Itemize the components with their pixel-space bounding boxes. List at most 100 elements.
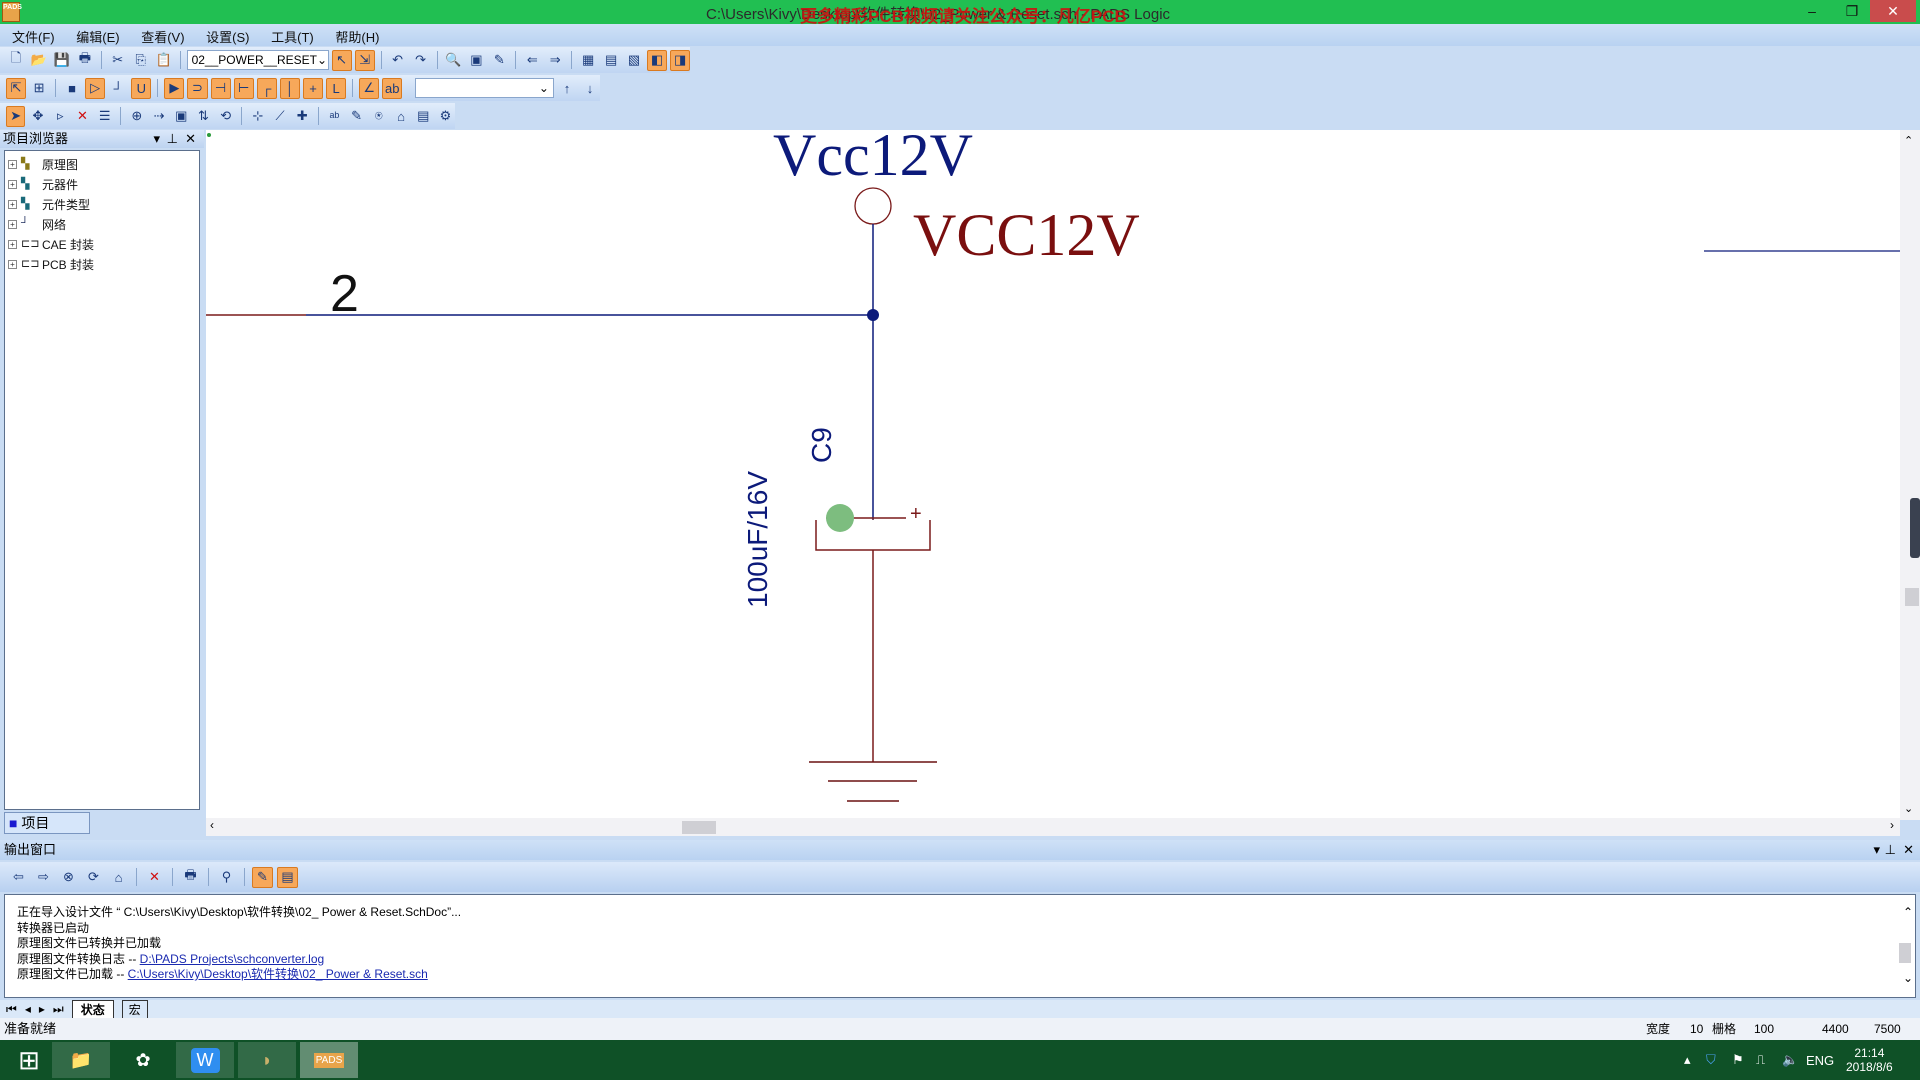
prev-icon[interactable]: ◂ xyxy=(25,1002,31,1016)
back-icon[interactable]: ⇦ xyxy=(8,867,29,888)
sheet-select[interactable]: 02__POWER__RESET ⌄ xyxy=(186,50,329,70)
zoom-icon[interactable]: 🔍 xyxy=(443,50,463,71)
last-icon[interactable]: ⏭ xyxy=(53,1002,64,1017)
restore-button[interactable]: ❐ xyxy=(1832,0,1872,22)
copy-icon[interactable]: ⎘ xyxy=(131,50,151,71)
hierarchy-icon[interactable]: ▣ xyxy=(172,106,191,127)
decal-icon[interactable]: ⚙ xyxy=(436,106,455,127)
next-icon[interactable]: ▸ xyxy=(39,1002,45,1016)
schematic-canvas[interactable]: Vcc12V VCC12V 2 C9 100uF/16V + xyxy=(206,122,1900,820)
file-explorer-icon[interactable]: 📁 xyxy=(52,1042,110,1078)
action-center-icon[interactable]: ⚑ xyxy=(1732,1040,1744,1080)
delete-icon[interactable]: ✕ xyxy=(73,106,92,127)
menu-help[interactable]: 帮助(H) xyxy=(329,24,385,49)
tree-item-cae-decals[interactable]: + ⊏⊐ CAE 封装 xyxy=(8,234,94,254)
minimize-button[interactable]: – xyxy=(1792,0,1832,22)
stop-icon[interactable]: ⊗ xyxy=(58,867,79,888)
bus-icon[interactable]: ⊣ xyxy=(210,77,231,99)
gate-icon[interactable]: ▶ xyxy=(164,77,185,99)
select-multi-icon[interactable]: ⊞ xyxy=(29,78,49,99)
cut-icon[interactable]: ✂ xyxy=(108,50,128,71)
arrow-down-icon[interactable]: ↓ xyxy=(580,78,600,99)
library-icon[interactable]: ⌂ xyxy=(391,106,410,127)
net-select[interactable]: ⌄ xyxy=(415,78,554,98)
toggle-b-icon[interactable]: ◨ xyxy=(670,49,691,71)
power-symbol[interactable] xyxy=(854,187,892,225)
expand-icon[interactable]: + xyxy=(8,199,17,209)
forward-icon[interactable]: ⇨ xyxy=(33,867,54,888)
scroll-up-icon[interactable]: ⌃ xyxy=(1903,905,1913,921)
language-indicator[interactable]: ENG xyxy=(1806,1040,1834,1080)
log-link[interactable]: D:\PADS Projects\schconverter.log xyxy=(140,952,325,966)
pointer-icon[interactable]: ➤ xyxy=(6,105,26,127)
menu-edit[interactable]: 编辑(E) xyxy=(70,24,125,49)
home-icon[interactable]: ⌂ xyxy=(108,867,129,888)
tab-project[interactable]: ■ 项目 xyxy=(4,812,90,834)
scroll-down-icon[interactable]: ⌄ xyxy=(1903,971,1913,987)
move-icon[interactable]: ✥ xyxy=(28,106,47,127)
security-icon[interactable]: ⛉ xyxy=(1706,1040,1716,1080)
add-node-icon[interactable]: ✚ xyxy=(293,106,312,127)
scroll-up-icon[interactable]: ⌃ xyxy=(1904,134,1913,147)
pads-logic-icon[interactable]: PADS xyxy=(300,1042,358,1078)
save-icon[interactable]: 💾 xyxy=(52,50,72,71)
export-icon[interactable]: ⇒ xyxy=(545,50,565,71)
dropdown-icon[interactable]: ▾ xyxy=(1873,840,1880,860)
select-filter-icon[interactable]: ↖ xyxy=(331,49,352,71)
clock[interactable]: 21:14 2018/8/6 xyxy=(1846,1040,1893,1080)
add-pin-icon[interactable]: ⊹ xyxy=(248,106,267,127)
expand-icon[interactable]: + xyxy=(8,239,17,249)
menu-setup[interactable]: 设置(S) xyxy=(200,24,255,49)
swap-pin-icon[interactable]: ⟲ xyxy=(216,106,235,127)
close-icon[interactable]: ✕ xyxy=(1903,840,1914,860)
tree-item-schematic[interactable]: + ▚ 原理图 xyxy=(8,154,94,174)
wps-icon[interactable]: W xyxy=(176,1042,234,1078)
scroll-down-icon[interactable]: ⌄ xyxy=(1904,802,1913,815)
bus-entry-icon[interactable]: ⊢ xyxy=(233,77,254,99)
widget-handle[interactable] xyxy=(1910,498,1920,558)
part-icon[interactable]: ■ xyxy=(62,78,82,99)
find-icon[interactable]: ⚲ xyxy=(216,867,237,888)
scroll-thumb[interactable] xyxy=(1899,943,1911,963)
arrow-up-icon[interactable]: ↑ xyxy=(557,78,577,99)
print-icon[interactable]: 🖶 xyxy=(180,867,201,888)
junction-icon[interactable]: + xyxy=(302,77,324,99)
list-icon[interactable]: ▤ xyxy=(277,866,298,888)
select-mode-icon[interactable]: ⇲ xyxy=(354,49,375,71)
refresh-icon[interactable]: ⟳ xyxy=(83,867,104,888)
scroll-left-icon[interactable]: ‹ xyxy=(210,818,214,832)
router-icon[interactable]: ▤ xyxy=(601,50,621,71)
drag-icon[interactable]: ▹ xyxy=(51,106,70,127)
net-icon[interactable]: │ xyxy=(279,77,300,99)
tab-macro[interactable]: 宏 xyxy=(121,999,148,1019)
add-component-icon[interactable]: ⊕ xyxy=(127,106,146,127)
tray-expand-icon[interactable]: ▴ xyxy=(1684,1040,1691,1080)
close-button[interactable]: ✕ xyxy=(1870,0,1916,22)
vertical-scrollbar[interactable]: ⌃ ⌄ xyxy=(1900,130,1920,820)
horizontal-scrollbar[interactable]: ‹ › xyxy=(206,818,1900,836)
edit-text-icon[interactable]: ᵃᵇ xyxy=(325,106,344,127)
clear-icon[interactable]: ✕ xyxy=(144,867,165,888)
scroll-thumb[interactable] xyxy=(682,821,716,834)
pin-icon[interactable]: ⊥ xyxy=(1885,840,1896,860)
pin-icon[interactable]: ⊥ xyxy=(167,130,178,148)
select-icon[interactable]: ⇱ xyxy=(6,77,27,99)
edit-shape-icon[interactable]: ⍟ xyxy=(369,106,388,127)
pen-icon[interactable]: ✎ xyxy=(252,866,273,888)
tree-item-nets[interactable]: + ┘ 网络 xyxy=(8,214,94,234)
menu-tools[interactable]: 工具(T) xyxy=(265,24,320,49)
wire-icon[interactable]: ┌ xyxy=(256,77,277,99)
expand-icon[interactable]: + xyxy=(8,159,17,169)
undo-icon[interactable]: ↶ xyxy=(388,50,408,71)
scroll-right-icon[interactable]: › xyxy=(1890,818,1894,832)
or-gate-icon[interactable]: ⊃ xyxy=(187,77,208,99)
windows-start-icon[interactable]: ⊞ xyxy=(0,1042,58,1078)
expand-icon[interactable]: + xyxy=(8,259,17,269)
expand-icon[interactable]: + xyxy=(8,179,17,189)
browser-icon[interactable]: ✿ xyxy=(114,1042,172,1078)
network-icon[interactable]: ⎍ xyxy=(1756,1040,1765,1080)
dropdown-icon[interactable]: ▾ xyxy=(153,130,160,148)
brush-icon[interactable]: ✎ xyxy=(489,50,509,71)
altium-icon[interactable]: ◗ xyxy=(238,1042,296,1078)
add-part-icon[interactable]: ▷ xyxy=(85,77,106,99)
